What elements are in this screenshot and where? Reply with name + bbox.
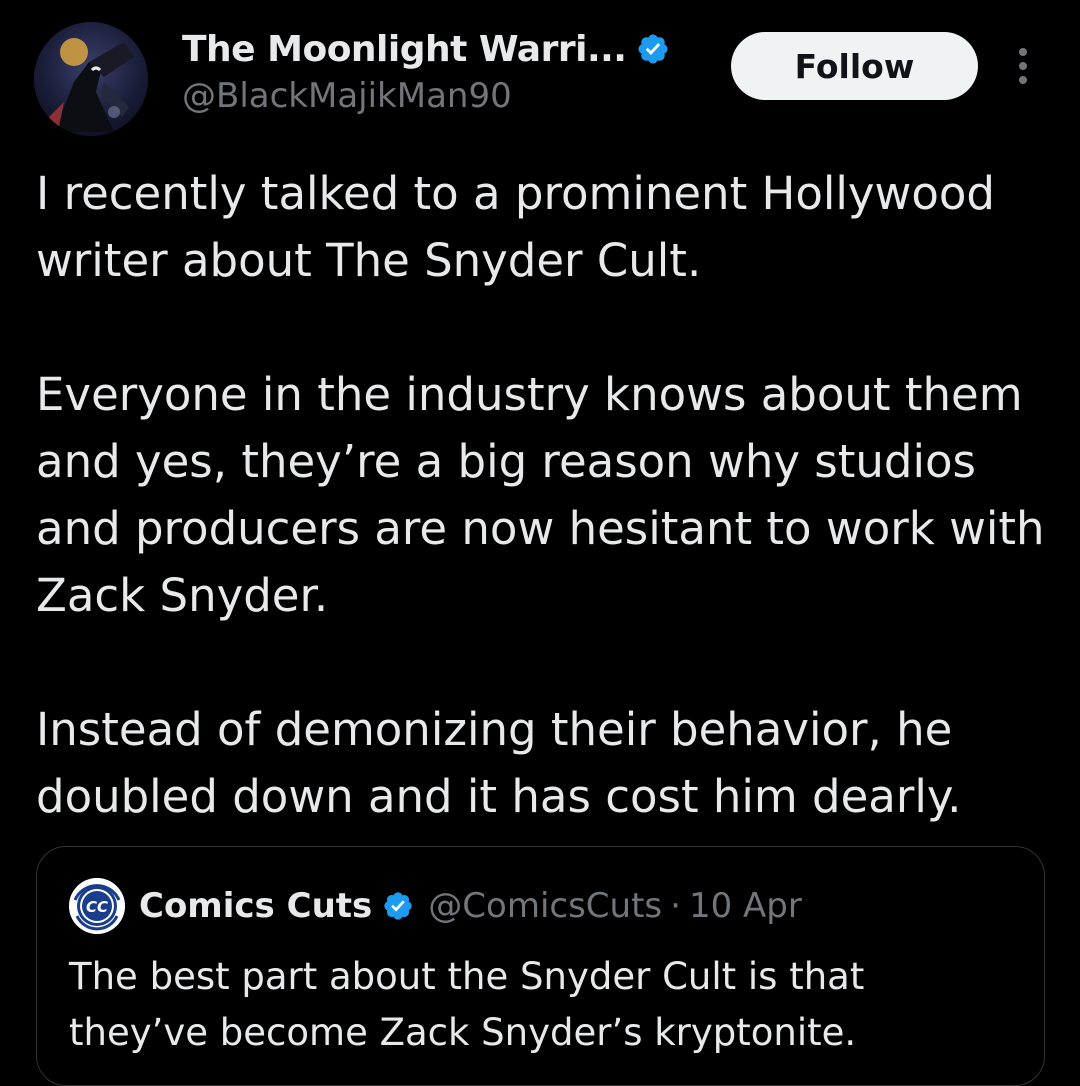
more-vertical-icon[interactable] <box>1008 44 1038 88</box>
quoted-tweet-text: The best part about the Snyder Cult is t… <box>69 955 865 1054</box>
moon-knight-avatar-image <box>34 22 148 136</box>
quoted-author-name[interactable]: Comics Cuts <box>139 886 372 926</box>
comics-cuts-logo-icon: CC <box>69 878 125 934</box>
tweet-paragraph: I recently talked to a prominent Hollywo… <box>36 167 995 287</box>
quoted-avatar-logo-text: CC <box>86 898 108 916</box>
quoted-separator: · <box>670 886 681 926</box>
tweet-header: The Moonlight Warri... @BlackMajikMan90 … <box>0 0 1080 150</box>
author-avatar[interactable] <box>34 22 148 136</box>
follow-button[interactable]: Follow <box>731 32 978 100</box>
author-display-name[interactable]: The Moonlight Warri... <box>182 29 627 70</box>
author-handle[interactable]: @BlackMajikMan90 <box>182 76 512 116</box>
quoted-tweet-card[interactable]: CC Comics Cuts @ComicsCuts · 10 Apr The … <box>36 846 1045 1086</box>
quoted-author-avatar[interactable]: CC <box>69 878 125 934</box>
quoted-timestamp[interactable]: 10 Apr <box>689 886 802 926</box>
tweet-text: I recently talked to a prominent Hollywo… <box>36 160 1066 830</box>
quoted-tweet-header: CC Comics Cuts @ComicsCuts · 10 Apr <box>69 878 802 934</box>
tweet-paragraph: Everyone in the industry knows about the… <box>36 368 1045 622</box>
tweet-paragraph: Instead of demonizing their behavior, he… <box>36 703 962 823</box>
verified-badge-icon <box>638 34 668 64</box>
author-name-row: The Moonlight Warri... <box>182 24 670 74</box>
quoted-verified-badge-icon <box>384 892 412 920</box>
quoted-author-handle[interactable]: @ComicsCuts <box>428 886 662 926</box>
